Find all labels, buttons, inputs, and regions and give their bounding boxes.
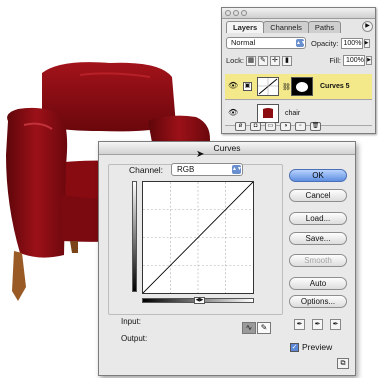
- output-gradient-bar: [132, 181, 137, 292]
- black-eyedropper-icon[interactable]: ✒: [294, 319, 305, 330]
- tab-paths[interactable]: Paths: [307, 21, 342, 33]
- load-button[interactable]: Load...: [289, 212, 347, 225]
- palette-titlebar[interactable]: [222, 8, 375, 19]
- curves-dialog: Curves Channel: RGB ▲▼ ◀▶ Input: Output:…: [98, 141, 356, 376]
- fill-label: Fill:: [329, 56, 341, 65]
- chevron-updown-icon: ▲▼: [232, 165, 242, 174]
- preview-checkbox[interactable]: ✓: [290, 342, 299, 352]
- lock-image-icon[interactable]: ✎: [257, 55, 268, 66]
- fill-input[interactable]: 100%: [343, 55, 365, 66]
- close-icon[interactable]: [225, 10, 231, 16]
- trash-icon[interactable]: 🗑: [310, 122, 321, 131]
- curve-point-tool-icon[interactable]: ∿: [242, 322, 256, 334]
- adjustment-layer-icon[interactable]: ◑: [280, 122, 291, 131]
- add-mask-icon[interactable]: ◘: [250, 122, 261, 131]
- layer-style-icon[interactable]: ø: [235, 122, 246, 131]
- layers-palette: Layers Channels Paths ▶ Normal ▲▼ Opacit…: [221, 7, 376, 134]
- minimize-icon[interactable]: [233, 10, 239, 16]
- mouse-cursor-icon: ➤: [196, 149, 205, 160]
- preview-label: Preview: [302, 342, 333, 352]
- white-eyedropper-icon[interactable]: ✒: [330, 319, 341, 330]
- opacity-label: Opacity:: [311, 38, 339, 48]
- layer-row-curves[interactable]: 👁 ▣ ⛓ Curves 5: [225, 74, 372, 100]
- tab-layers[interactable]: Layers: [226, 21, 265, 33]
- lock-position-icon[interactable]: ✛: [269, 55, 280, 66]
- new-group-icon[interactable]: ▭: [265, 122, 276, 131]
- channel-select[interactable]: RGB ▲▼: [171, 163, 243, 176]
- layer-name-curves: Curves 5: [320, 83, 350, 90]
- brush-icon: ▣: [243, 82, 252, 91]
- gradient-toggle-icon[interactable]: ◀▶: [194, 297, 205, 304]
- fill-arrow-icon[interactable]: ▶: [366, 56, 372, 65]
- chair-layer-thumbnail[interactable]: [257, 104, 279, 123]
- zoom-icon[interactable]: [241, 10, 247, 16]
- blend-row: Normal ▲▼ Opacity: 100% ▶: [226, 37, 372, 49]
- tab-channels[interactable]: Channels: [263, 21, 309, 33]
- input-label: Input:: [121, 317, 142, 326]
- pencil-tool-icon[interactable]: ✎: [257, 322, 271, 334]
- palette-bottom-bar: ø ◘ ▭ ◑ ▫ 🗑: [225, 122, 372, 131]
- lock-label: Lock:: [226, 56, 244, 65]
- channel-label: Channel:: [129, 165, 164, 175]
- smooth-button[interactable]: Smooth: [289, 254, 347, 267]
- channel-value: RGB: [177, 165, 195, 174]
- ok-button[interactable]: OK: [289, 169, 347, 182]
- curves-adjustment-thumbnail[interactable]: [257, 77, 279, 96]
- cancel-button[interactable]: Cancel: [289, 189, 347, 202]
- layer-mask-thumbnail[interactable]: [291, 77, 313, 96]
- chevron-updown-icon: ▲▼: [296, 39, 306, 47]
- opacity-arrow-icon[interactable]: ▶: [363, 38, 370, 48]
- lock-transparency-icon[interactable]: ▦: [245, 55, 256, 66]
- new-layer-icon[interactable]: ▫: [295, 122, 306, 131]
- auto-button[interactable]: Auto: [289, 277, 347, 290]
- dialog-title[interactable]: Curves: [99, 142, 355, 155]
- palette-tabs: Layers Channels Paths: [226, 21, 342, 33]
- eye-icon[interactable]: 👁: [228, 108, 238, 117]
- opacity-input[interactable]: 100%: [340, 37, 363, 49]
- lock-all-icon[interactable]: ▮: [281, 55, 292, 66]
- options-button[interactable]: Options...: [289, 295, 347, 308]
- blend-mode-value: Normal: [231, 38, 256, 47]
- layer-name-chair: chair: [285, 110, 301, 117]
- palette-menu-icon[interactable]: ▶: [362, 21, 373, 32]
- link-chain-icon: ⛓: [282, 84, 291, 91]
- eye-icon[interactable]: 👁: [228, 81, 238, 90]
- curve-graph[interactable]: [142, 181, 254, 294]
- lock-row: Lock: ▦ ✎ ✛ ▮ Fill: 100% ▶: [226, 55, 372, 66]
- gray-eyedropper-icon[interactable]: ✒: [312, 319, 323, 330]
- preview-row[interactable]: ✓ Preview: [290, 342, 332, 352]
- blend-mode-select[interactable]: Normal ▲▼: [226, 37, 306, 49]
- expand-icon[interactable]: ⧉: [337, 358, 349, 369]
- output-label: Output:: [121, 334, 148, 343]
- save-button[interactable]: Save...: [289, 232, 347, 245]
